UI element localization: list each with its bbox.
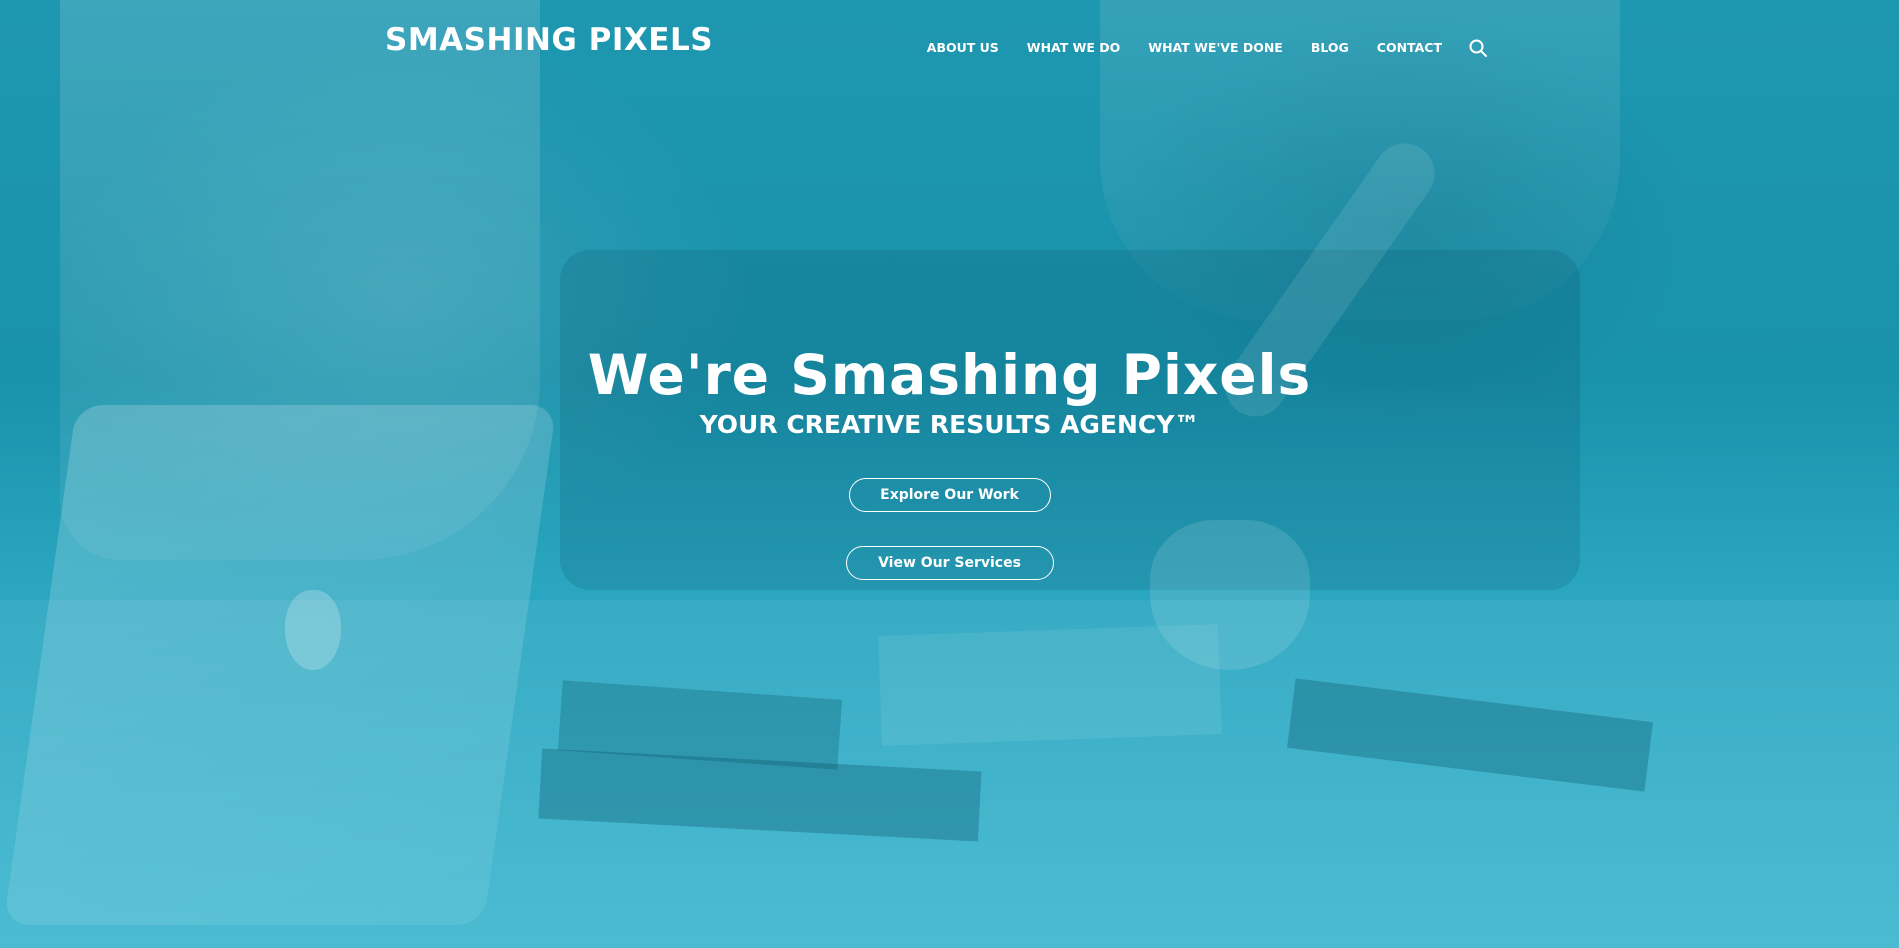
nav-item-about-us[interactable]: ABOUT US <box>927 40 999 56</box>
nav-item-blog[interactable]: BLOG <box>1311 40 1349 56</box>
background-laptop-logo <box>285 590 341 670</box>
view-our-services-button[interactable]: View Our Services <box>845 546 1054 580</box>
nav-item-contact[interactable]: CONTACT <box>1377 40 1442 56</box>
hero-subtitle: YOUR CREATIVE RESULTS AGENCY™ <box>699 410 1200 439</box>
logo-text: SMASHING PIXELS <box>385 22 714 58</box>
site-header: SMASHING PIXELS ABOUT US WHAT WE DO WHAT… <box>0 0 1899 90</box>
explore-our-work-button[interactable]: Explore Our Work <box>848 478 1051 512</box>
nav-item-what-we-do[interactable]: WHAT WE DO <box>1027 40 1121 56</box>
background-laptop <box>3 405 557 925</box>
page: SMASHING PIXELS ABOUT US WHAT WE DO WHAT… <box>0 0 1899 948</box>
search-icon <box>1469 39 1487 57</box>
background-hand <box>1150 520 1310 670</box>
nav-item-what-weve-done[interactable]: WHAT WE'VE DONE <box>1148 40 1283 56</box>
hero-title: We're Smashing Pixels <box>587 343 1312 407</box>
hero-section: We're Smashing Pixels YOUR CREATIVE RESU… <box>0 340 1899 442</box>
search-button[interactable] <box>1468 38 1488 58</box>
site-logo[interactable]: SMASHING PIXELS <box>385 22 713 58</box>
main-nav: ABOUT US WHAT WE DO WHAT WE'VE DONE BLOG… <box>899 38 1488 58</box>
